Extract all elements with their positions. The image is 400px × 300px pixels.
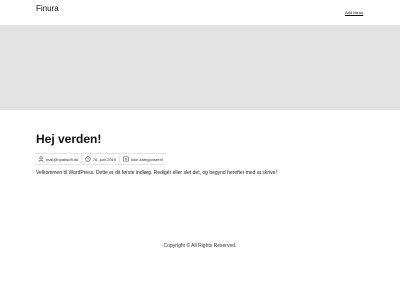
page: Finura Add Menu Hej verden! mail@hpabsof… (0, 0, 400, 300)
post-category[interactable]: Ikke-kategoriseret (119, 154, 166, 164)
post-author-name: mail@hpabsoft.dk (46, 156, 79, 162)
site-title-link[interactable]: Finura (36, 4, 59, 13)
post-date-text: 26. juni 2019 (93, 156, 116, 162)
post-content: Velkommen til WordPress. Dette er dit fø… (36, 170, 277, 176)
clock-icon (85, 156, 91, 162)
header-banner (0, 25, 400, 110)
post-date[interactable]: 26. juni 2019 (81, 154, 119, 164)
post-meta: mail@hpabsoft.dk 26. juni 2019 Ikke-kate… (35, 153, 166, 165)
user-icon (38, 156, 44, 162)
post-author[interactable]: mail@hpabsoft.dk (35, 154, 81, 164)
post-title[interactable]: Hej verden! (36, 132, 101, 146)
folder-icon (123, 156, 129, 162)
site-header: Finura Add Menu (0, 0, 400, 24)
post-category-text: Ikke-kategoriseret (131, 156, 163, 162)
add-menu-link[interactable]: Add Menu (345, 10, 363, 15)
footer-copyright: Copyright © All Rights Reserved. (163, 243, 237, 249)
